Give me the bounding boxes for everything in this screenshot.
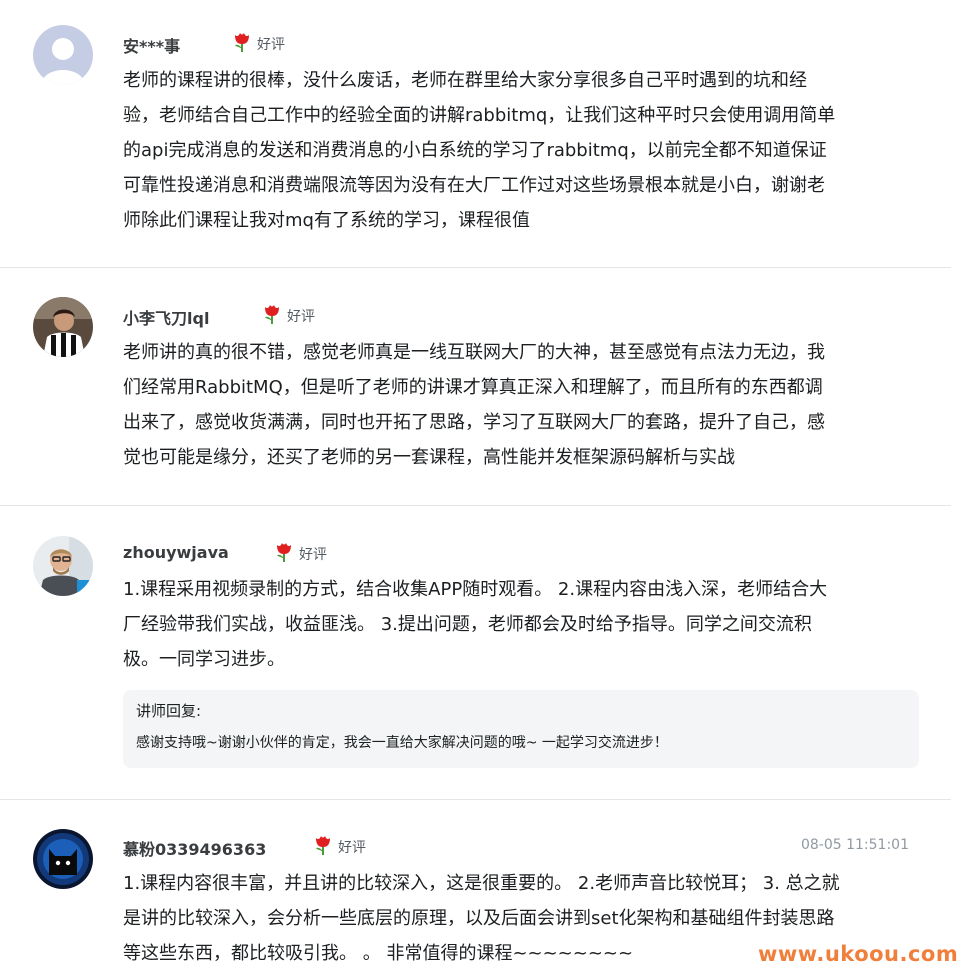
review-line: 觉也可能是缘分，还买了老师的另一套课程，高性能并发框架源码解析与实战 xyxy=(123,447,735,468)
flower-icon xyxy=(235,33,249,52)
review-line: 厂经验带我们实战，收益匪浅。 3.提出问题，老师都会及时给予指导。同学之间交流积 xyxy=(123,614,812,635)
review-line: 1.课程采用视频录制的方式，结合收集APP随时观看。 2.课程内容由浅入深，老师… xyxy=(123,579,828,600)
user-name[interactable]: 慕粉0339496363 xyxy=(123,836,266,860)
review-line: 是讲的比较深入，会分析一些底层的原理，以及后面会讲到set化架构和基础组件封装思… xyxy=(123,908,835,929)
rating-badge: 好评 xyxy=(262,303,315,326)
flower-icon xyxy=(265,305,279,324)
man-with-glasses-avatar-icon xyxy=(33,536,93,596)
rating-label: 好评 xyxy=(338,840,366,856)
review-text: 老师的课程讲的很棒，没什么废话，老师在群里给大家分享很多自己平时遇到的坑和经 验… xyxy=(123,63,923,238)
flower-icon xyxy=(277,543,291,562)
review-text: 老师讲的真的很不错，感觉老师真是一线互联网大厂的大神，甚至感觉有点法力无边，我 … xyxy=(123,335,923,475)
user-avatar[interactable] xyxy=(33,536,93,596)
rating-label: 好评 xyxy=(257,37,285,53)
review-line: 们经常用RabbitMQ，但是听了老师的讲课才算真正深入和理解了，而且所有的东西… xyxy=(123,377,823,398)
reply-text: 感谢支持哦~谢谢小伙伴的肯定，我会一直给大家解决问题的哦~ 一起学习交流进步！ xyxy=(136,735,668,751)
review-line: 1.课程内容很丰富，并且讲的比较深入，这是很重要的。 2.老师声音比较悦耳； 3… xyxy=(123,873,840,894)
divider xyxy=(0,799,951,800)
flower-icon xyxy=(316,836,330,855)
review-text: 1.课程采用视频录制的方式，结合收集APP随时观看。 2.课程内容由浅入深，老师… xyxy=(123,572,923,677)
default-user-avatar-icon xyxy=(33,25,93,85)
instructor-reply: 讲师回复: 感谢支持哦~谢谢小伙伴的肯定，我会一直给大家解决问题的哦~ 一起学习… xyxy=(123,690,919,768)
rating-label: 好评 xyxy=(287,309,315,325)
user-name[interactable]: zhouywjava xyxy=(123,543,229,562)
football-player-avatar-icon xyxy=(33,297,93,357)
user-name[interactable]: 小李飞刀lql xyxy=(123,305,209,329)
review-line: 的api完成消息的发送和消费消息的小白系统的学习了rabbitmq，以前完全都不… xyxy=(123,140,827,161)
rating-badge: 好评 xyxy=(313,834,366,857)
divider xyxy=(0,505,951,506)
review-line: 可靠性投递消息和消费端限流等因为没有在大厂工作过对这些场景根本就是小白，谢谢老 xyxy=(123,175,825,196)
dark-cat-avatar-icon xyxy=(33,829,93,889)
divider xyxy=(0,267,951,268)
user-avatar[interactable] xyxy=(33,829,93,889)
rating-label: 好评 xyxy=(299,547,327,563)
user-name[interactable]: 安***事 xyxy=(123,33,180,57)
review-timestamp: 08-05 11:51:01 xyxy=(800,837,909,853)
watermark: www.ukoou.com xyxy=(758,942,959,966)
reply-title: 讲师回复: xyxy=(136,702,202,720)
review-line: 老师的课程讲的很棒，没什么废话，老师在群里给大家分享很多自己平时遇到的坑和经 xyxy=(123,70,807,91)
user-avatar[interactable] xyxy=(33,25,93,85)
review-line: 验，老师结合自己工作中的经验全面的讲解rabbitmq，让我们这种平时只会使用调… xyxy=(123,105,836,126)
user-avatar[interactable] xyxy=(33,297,93,357)
rating-badge: 好评 xyxy=(274,541,327,564)
rating-badge: 好评 xyxy=(232,31,285,54)
review-line: 老师讲的真的很不错，感觉老师真是一线互联网大厂的大神，甚至感觉有点法力无边，我 xyxy=(123,342,825,363)
review-line: 师除此们课程让我对mq有了系统的学习，课程很值 xyxy=(123,210,530,231)
review-line: 出来了，感觉收货满满，同时也开拓了思路，学习了互联网大厂的套路，提升了自己，感 xyxy=(123,412,825,433)
review-line: 极。一同学习进步。 xyxy=(123,649,285,670)
